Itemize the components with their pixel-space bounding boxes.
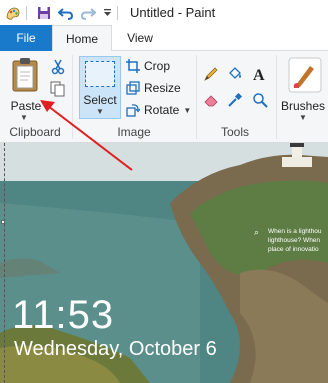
drawing-canvas[interactable]: ⌕ When is a lighthou lighthouse? When pl… [0, 143, 328, 383]
quick-access-separator [26, 5, 27, 20]
search-icon: ⌕ [254, 227, 260, 237]
color-picker-icon[interactable] [226, 91, 244, 109]
crop-icon [125, 59, 140, 74]
cut-icon[interactable] [50, 59, 66, 75]
spotlight-caption: When is a lighthou lighthouse? When plac… [268, 227, 328, 254]
resize-icon [125, 81, 140, 96]
ribbon-home: Paste ▼ Clipboard Select ▼ Crop Resize R… [0, 51, 328, 143]
group-divider [196, 55, 197, 139]
clipboard-group-label: Clipboard [9, 125, 61, 139]
spotlight-line: When is a lighthou [268, 228, 322, 235]
clipboard-icon [12, 58, 38, 92]
lockscreen-time: 11:53 [12, 293, 115, 337]
copy-icon[interactable] [50, 81, 66, 97]
paint-app-icon[interactable] [4, 4, 22, 22]
window-title: Untitled - Paint [130, 5, 216, 20]
pencil-icon[interactable] [202, 65, 220, 83]
crop-button[interactable]: Crop [125, 57, 170, 75]
tab-home[interactable]: Home [52, 25, 112, 52]
brushes-button[interactable]: Brushes ▼ [280, 57, 326, 127]
group-divider [276, 55, 277, 139]
customize-quick-access-icon[interactable] [101, 4, 113, 22]
crop-label: Crop [144, 59, 171, 73]
rotate-label: Rotate [144, 103, 180, 117]
lockscreen-date: Wednesday, October 6 [14, 338, 217, 360]
svg-text:A: A [253, 67, 265, 82]
eraser-icon[interactable] [202, 91, 220, 109]
chevron-down-icon: ▼ [96, 107, 104, 116]
group-divider [72, 55, 73, 139]
canvas-resize-handle[interactable] [1, 220, 5, 224]
chevron-down-icon: ▼ [20, 113, 28, 122]
paste-label: Paste [10, 99, 42, 113]
selection-border [4, 143, 5, 383]
resize-label: Resize [144, 81, 181, 95]
select-marquee-icon [85, 61, 115, 87]
fill-bucket-icon[interactable] [226, 65, 244, 83]
select-label: Select [83, 93, 117, 107]
tab-file[interactable]: File [0, 25, 52, 51]
title-separator [117, 5, 118, 20]
tools-group-label: Tools [220, 125, 249, 139]
paste-button[interactable]: Paste ▼ [6, 57, 42, 123]
resize-button[interactable]: Resize [125, 79, 181, 97]
tab-view[interactable]: View [112, 25, 168, 51]
chevron-down-icon: ▼ [183, 105, 192, 115]
ribbon-tabs: File Home View [0, 25, 328, 52]
spotlight-line: lighthouse? When [268, 237, 321, 244]
title-bar: Untitled - Paint [0, 0, 328, 25]
undo-icon[interactable] [57, 4, 75, 22]
spotlight-line: place of innovatio [268, 246, 319, 253]
magnifier-icon[interactable] [251, 91, 269, 109]
select-button[interactable]: Select ▼ [79, 56, 121, 119]
image-group-label: Image [117, 125, 151, 139]
rotate-button[interactable]: Rotate ▼ [125, 101, 191, 119]
brushes-label: Brushes [280, 99, 326, 113]
brush-icon [288, 57, 322, 93]
text-icon[interactable]: A [251, 65, 269, 83]
save-icon[interactable] [35, 4, 53, 22]
rotate-icon [125, 103, 140, 118]
chevron-down-icon: ▼ [299, 113, 307, 122]
redo-icon[interactable] [79, 4, 97, 22]
